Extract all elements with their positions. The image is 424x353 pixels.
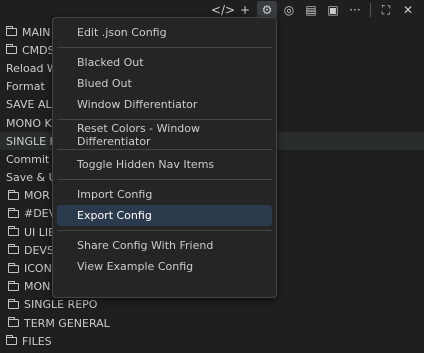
tree-item-label: Reload W [6, 61, 58, 75]
copilot-icon[interactable]: ◎ [279, 1, 299, 19]
more-icon[interactable]: ··· [345, 1, 365, 19]
menu-item-export-config[interactable]: Export Config [57, 205, 272, 226]
folder-icon [8, 317, 19, 328]
menu-item-toggle-hidden-nav-items[interactable]: Toggle Hidden Nav Items [57, 154, 272, 175]
tree-folder[interactable]: SINGLE REPO [0, 296, 424, 314]
panel-icon[interactable]: ▣ [323, 1, 343, 19]
folder-icon [6, 335, 17, 346]
tree-item-label: TERM GENERAL [24, 316, 110, 330]
close-icon[interactable]: ✕ [398, 1, 418, 19]
tree-item-label: MAIN [22, 25, 51, 39]
menu-separator [57, 47, 272, 48]
tree-item-label: FILES [22, 334, 52, 348]
menu-item-share-config-with-friend[interactable]: Share Config With Friend [57, 235, 272, 256]
menu-separator [57, 179, 272, 180]
tree-folder[interactable]: FILES [0, 332, 424, 350]
folder-icon [6, 26, 17, 37]
menu-item-import-config[interactable]: Import Config [57, 184, 272, 205]
menu-item-view-example-config[interactable]: View Example Config [57, 256, 272, 277]
tree-item-label: ICON [24, 262, 52, 276]
tree-folder[interactable]: TERM GENERAL [0, 314, 424, 332]
menu-separator [57, 230, 272, 231]
menu-item-reset-colors-window-differentiator[interactable]: Reset Colors - Window Differentiator [57, 122, 272, 148]
tree-item-label: SINGLE REPO [24, 298, 98, 312]
tree-item-label: SAVE ALL [6, 98, 58, 112]
tree-item-label: Save & U [6, 171, 57, 185]
folder-icon [8, 298, 19, 309]
folder-icon [6, 44, 17, 55]
menu-item-blued-out[interactable]: Blued Out [57, 73, 272, 94]
maximize-icon[interactable]: ⛶ [376, 1, 396, 19]
tree-item-label: CMDS [22, 43, 55, 57]
folder-icon [8, 244, 19, 255]
context-menu: Edit .json Config Blacked Out Blued Out Win… [52, 17, 277, 298]
tree-item-label: UI LIB [24, 225, 56, 239]
menu-item-window-differentiator[interactable]: Window Differentiator [57, 94, 272, 115]
tree-item-label: MON [24, 280, 51, 294]
folder-icon [8, 207, 19, 218]
folder-icon [8, 226, 19, 237]
tree-item-label: SINGLE K [6, 134, 57, 148]
tree-item-label: DEVS [24, 243, 54, 257]
tree-item-label: MOR [24, 189, 50, 203]
tree-item-label: Format [6, 80, 45, 94]
folder-icon [8, 262, 19, 273]
layout-icon[interactable]: ▤ [301, 1, 321, 19]
folder-icon [8, 189, 19, 200]
folder-icon [8, 280, 19, 291]
menu-separator [57, 119, 272, 120]
menu-item-edit-json-config[interactable]: Edit .json Config [57, 22, 272, 43]
toolbar-separator [370, 3, 371, 17]
menu-item-blacked-out[interactable]: Blacked Out [57, 52, 272, 73]
menu-separator [57, 149, 272, 150]
tree-item-label: MONO K [6, 116, 52, 130]
